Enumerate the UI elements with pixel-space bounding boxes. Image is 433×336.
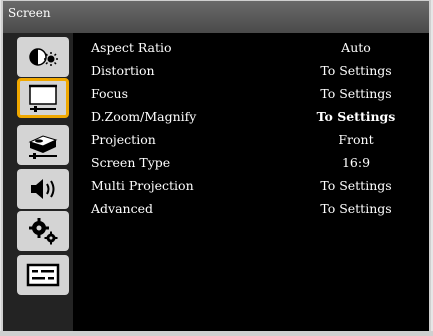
menu-row-label: Focus [91, 86, 128, 101]
sidebar-item-picture[interactable] [17, 37, 69, 77]
brightness-contrast-icon [29, 48, 58, 66]
osd-window: Screen Aspect Ratio Auto Distortion To S… [1, 0, 431, 334]
menu-row-label: Multi Projection [91, 178, 194, 193]
sidebar-item-settings[interactable] [17, 211, 69, 251]
sidebar-item-options[interactable] [17, 255, 69, 295]
menu-row-value: Auto [341, 40, 371, 55]
menu-row-screen-type[interactable]: Screen Type 16:9 [73, 153, 429, 176]
sidebar [3, 33, 73, 331]
menu-row-projection[interactable]: Projection Front [73, 130, 429, 153]
menu-row-label: Advanced [91, 201, 153, 216]
menu-row-focus[interactable]: Focus To Settings [73, 84, 429, 107]
sidebar-item-setup[interactable] [17, 125, 69, 165]
screen-icon [29, 84, 57, 112]
menu-row-value: To Settings [320, 201, 392, 216]
volume-icon [31, 179, 55, 199]
menu-row-value: To Settings [316, 109, 396, 124]
title-bar: Screen [3, 1, 429, 34]
options-panel-icon [26, 263, 60, 287]
menu-row-distortion[interactable]: Distortion To Settings [73, 61, 429, 84]
menu-row-value: To Settings [320, 86, 392, 101]
menu-row-dzoom-magnify[interactable]: D.Zoom/Magnify To Settings [73, 107, 429, 130]
menu-body: Aspect Ratio Auto Distortion To Settings… [3, 33, 429, 331]
menu-row-advanced[interactable]: Advanced To Settings [73, 199, 429, 222]
menu-row-label: Distortion [91, 63, 155, 78]
menu-row-value: Front [338, 132, 374, 147]
menu-row-value: To Settings [320, 178, 392, 193]
menu-row-label: Projection [91, 132, 156, 147]
sidebar-item-audio[interactable] [17, 169, 69, 209]
menu-row-value: 16:9 [341, 155, 371, 170]
gears-icon [29, 218, 58, 245]
menu-row-label: Screen Type [91, 155, 171, 170]
projector-setup-icon [28, 135, 58, 159]
menu-row-aspect-ratio[interactable]: Aspect Ratio Auto [73, 38, 429, 61]
bottom-border [0, 331, 433, 336]
window-title: Screen [8, 6, 51, 20]
menu-row-value: To Settings [320, 63, 392, 78]
menu-row-label: Aspect Ratio [91, 40, 172, 55]
menu-row-label: D.Zoom/Magnify [91, 109, 197, 124]
menu-row-multi-projection[interactable]: Multi Projection To Settings [73, 176, 429, 199]
sidebar-item-screen[interactable] [17, 78, 69, 118]
